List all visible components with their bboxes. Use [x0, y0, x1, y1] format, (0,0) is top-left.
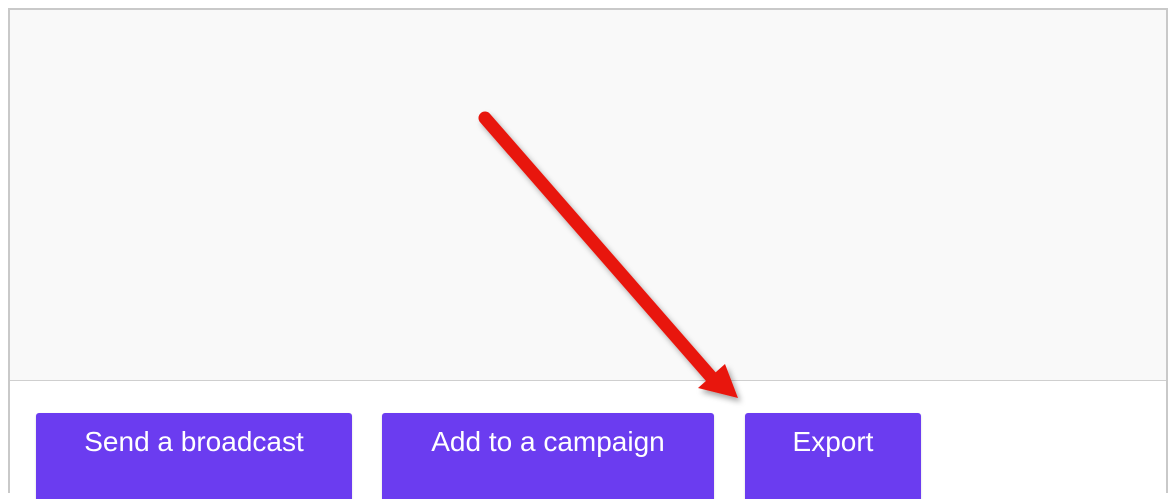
screenshot-frame: Send a broadcast Add to a campaign Expor…: [8, 8, 1168, 499]
add-to-campaign-button[interactable]: Add to a campaign: [382, 413, 714, 499]
content-area: [10, 10, 1166, 381]
send-broadcast-button[interactable]: Send a broadcast: [36, 413, 352, 499]
export-button[interactable]: Export: [745, 413, 921, 499]
action-button-bar: Send a broadcast Add to a campaign Expor…: [10, 381, 1166, 499]
